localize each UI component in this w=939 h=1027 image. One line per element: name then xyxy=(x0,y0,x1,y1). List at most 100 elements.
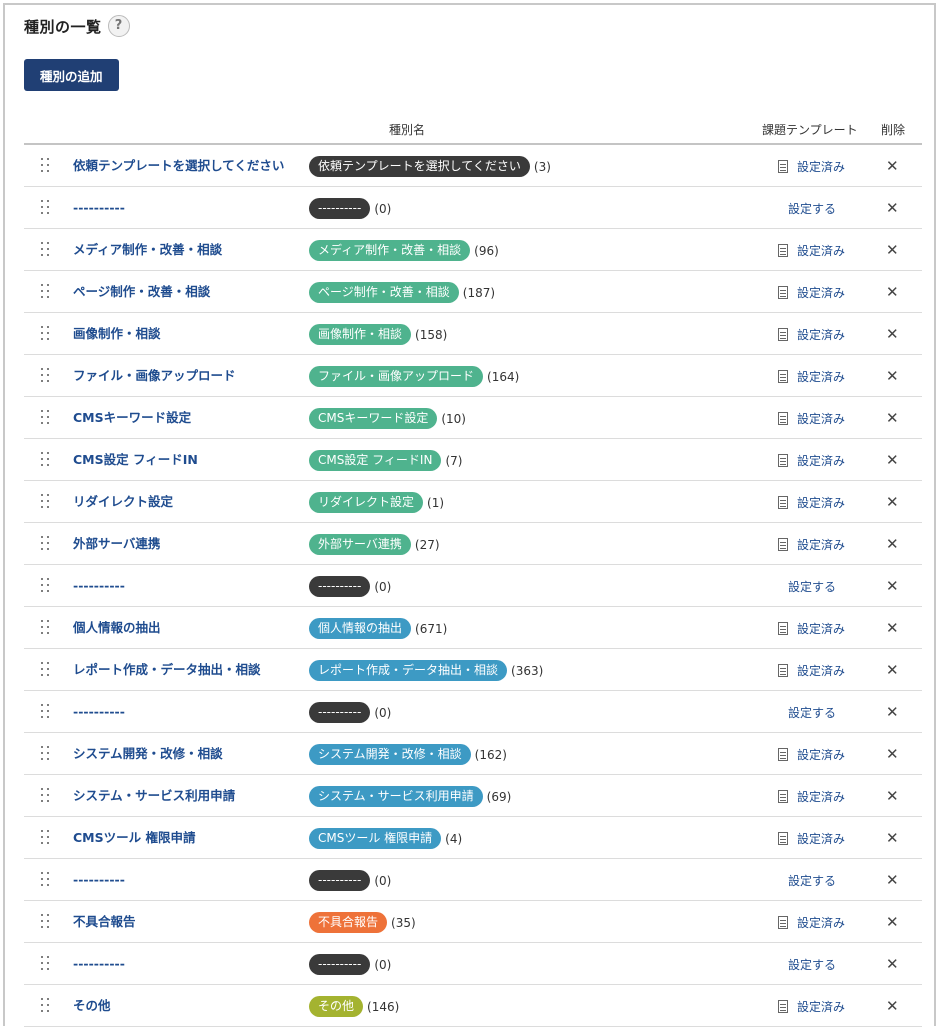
template-configured-link[interactable]: 設定済み xyxy=(778,817,845,859)
drag-handle-icon[interactable] xyxy=(41,620,51,636)
issue-count: (187) xyxy=(462,285,496,300)
delete-icon[interactable]: ✕ xyxy=(886,271,899,313)
drag-handle-icon[interactable] xyxy=(41,956,51,972)
drag-handle-icon[interactable] xyxy=(41,200,51,216)
type-name-link[interactable]: ---------- xyxy=(73,859,125,901)
type-name-link[interactable]: CMSツール 権限申請 xyxy=(73,817,195,859)
type-badge-group: システム・サービス利用申請 (69) xyxy=(309,786,511,807)
template-configured-link[interactable]: 設定済み xyxy=(778,355,845,397)
template-configure-link[interactable]: 設定する xyxy=(788,565,836,607)
type-name-link[interactable]: 外部サーバ連携 xyxy=(73,523,160,565)
delete-icon[interactable]: ✕ xyxy=(886,691,899,733)
template-configure-link[interactable]: 設定する xyxy=(788,859,836,901)
type-name-link[interactable]: ---------- xyxy=(73,943,125,985)
template-configured-link[interactable]: 設定済み xyxy=(778,775,845,817)
delete-icon[interactable]: ✕ xyxy=(886,313,899,355)
delete-icon[interactable]: ✕ xyxy=(886,649,899,691)
delete-icon[interactable]: ✕ xyxy=(886,733,899,775)
type-name-link[interactable]: 不具合報告 xyxy=(73,901,136,943)
delete-icon[interactable]: ✕ xyxy=(886,481,899,523)
type-badge: レポート作成・データ抽出・相談 xyxy=(309,660,508,681)
delete-icon[interactable]: ✕ xyxy=(886,145,899,187)
drag-handle-icon[interactable] xyxy=(41,242,51,258)
template-configured-link[interactable]: 設定済み xyxy=(778,985,845,1027)
document-icon xyxy=(778,243,788,257)
drag-handle-icon[interactable] xyxy=(41,746,51,762)
drag-handle-icon[interactable] xyxy=(41,494,51,510)
drag-handle-icon[interactable] xyxy=(41,998,51,1014)
drag-handle-icon[interactable] xyxy=(41,578,51,594)
template-configure-link[interactable]: 設定する xyxy=(788,691,836,733)
type-name-link[interactable]: ファイル・画像アップロード xyxy=(73,355,236,397)
delete-icon[interactable]: ✕ xyxy=(886,607,899,649)
drag-handle-icon[interactable] xyxy=(41,410,51,426)
table-row: 不具合報告 不具合報告 (35) 設定済み ✕ xyxy=(24,901,922,943)
delete-icon[interactable]: ✕ xyxy=(886,187,899,229)
drag-handle-icon[interactable] xyxy=(41,830,51,846)
delete-icon[interactable]: ✕ xyxy=(886,775,899,817)
type-name-link[interactable]: 依頼テンプレートを選択してください xyxy=(73,145,284,187)
template-configured-link[interactable]: 設定済み xyxy=(778,145,845,187)
type-name-link[interactable]: その他 xyxy=(73,985,111,1027)
type-name-link[interactable]: レポート作成・データ抽出・相談 xyxy=(73,649,261,691)
delete-icon[interactable]: ✕ xyxy=(886,229,899,271)
type-name-link[interactable]: システム・サービス利用申請 xyxy=(73,775,235,817)
template-configured-link[interactable]: 設定済み xyxy=(778,481,845,523)
template-configured-link[interactable]: 設定済み xyxy=(778,733,845,775)
template-configured-link[interactable]: 設定済み xyxy=(778,523,845,565)
drag-handle-icon[interactable] xyxy=(41,914,51,930)
drag-handle-icon[interactable] xyxy=(41,788,51,804)
delete-icon[interactable]: ✕ xyxy=(886,397,899,439)
drag-handle-icon[interactable] xyxy=(41,368,51,384)
type-name-link[interactable]: 個人情報の抽出 xyxy=(73,607,161,649)
template-configured-link[interactable]: 設定済み xyxy=(778,397,845,439)
type-name-link[interactable]: ページ制作・改善・相談 xyxy=(73,271,210,313)
type-name-link[interactable]: ---------- xyxy=(73,187,125,229)
type-list-panel: 種別の一覧 ? 種別の追加 種別名 課題テンプレート 削除 依頼テンプレートを選… xyxy=(3,3,936,1027)
template-configured-link[interactable]: 設定済み xyxy=(778,607,845,649)
drag-handle-icon[interactable] xyxy=(41,284,51,300)
type-name-link[interactable]: CMSキーワード設定 xyxy=(73,397,191,439)
template-status-label: 設定済み xyxy=(797,243,846,258)
type-name-link[interactable]: ---------- xyxy=(73,565,125,607)
drag-handle-icon[interactable] xyxy=(41,158,51,174)
template-configured-link[interactable]: 設定済み xyxy=(778,271,845,313)
type-badge-group: メディア制作・改善・相談 (96) xyxy=(309,240,499,261)
template-configure-link[interactable]: 設定する xyxy=(788,943,836,985)
drag-handle-icon[interactable] xyxy=(41,326,51,342)
help-icon[interactable]: ? xyxy=(107,15,130,37)
type-name-link[interactable]: 画像制作・相談 xyxy=(73,313,161,355)
issue-count: (162) xyxy=(474,747,507,762)
table-row: CMSツール 権限申請 CMSツール 権限申請 (4) 設定済み ✕ xyxy=(24,817,922,859)
document-icon xyxy=(778,747,788,761)
template-configured-link[interactable]: 設定済み xyxy=(778,901,845,943)
drag-handle-icon[interactable] xyxy=(41,872,51,888)
type-name-link[interactable]: リダイレクト設定 xyxy=(73,481,173,523)
template-status-label: 設定済み xyxy=(797,915,846,930)
add-type-button[interactable]: 種別の追加 xyxy=(24,59,119,91)
template-configured-link[interactable]: 設定済み xyxy=(778,229,845,271)
template-configured-link[interactable]: 設定済み xyxy=(778,313,845,355)
type-name-link[interactable]: システム開発・改修・相談 xyxy=(73,733,223,775)
table-row: ---------- ---------- (0) 設定する ✕ xyxy=(24,691,922,733)
delete-icon[interactable]: ✕ xyxy=(886,523,899,565)
delete-icon[interactable]: ✕ xyxy=(886,901,899,943)
drag-handle-icon[interactable] xyxy=(41,452,51,468)
template-configure-link[interactable]: 設定する xyxy=(788,187,836,229)
delete-icon[interactable]: ✕ xyxy=(886,355,899,397)
type-name-link[interactable]: メディア制作・改善・相談 xyxy=(73,229,222,271)
drag-handle-icon[interactable] xyxy=(41,704,51,720)
type-badge-group: CMSツール 権限申請 (4) xyxy=(309,828,462,849)
template-configured-link[interactable]: 設定済み xyxy=(778,649,845,691)
template-configured-link[interactable]: 設定済み xyxy=(778,439,845,481)
drag-handle-icon[interactable] xyxy=(41,662,51,678)
delete-icon[interactable]: ✕ xyxy=(886,943,899,985)
type-name-link[interactable]: CMS設定 フィードIN xyxy=(73,439,198,481)
delete-icon[interactable]: ✕ xyxy=(886,817,899,859)
delete-icon[interactable]: ✕ xyxy=(886,985,899,1027)
delete-icon[interactable]: ✕ xyxy=(886,439,899,481)
type-name-link[interactable]: ---------- xyxy=(73,691,125,733)
delete-icon[interactable]: ✕ xyxy=(886,859,899,901)
drag-handle-icon[interactable] xyxy=(41,536,51,552)
delete-icon[interactable]: ✕ xyxy=(886,565,899,607)
